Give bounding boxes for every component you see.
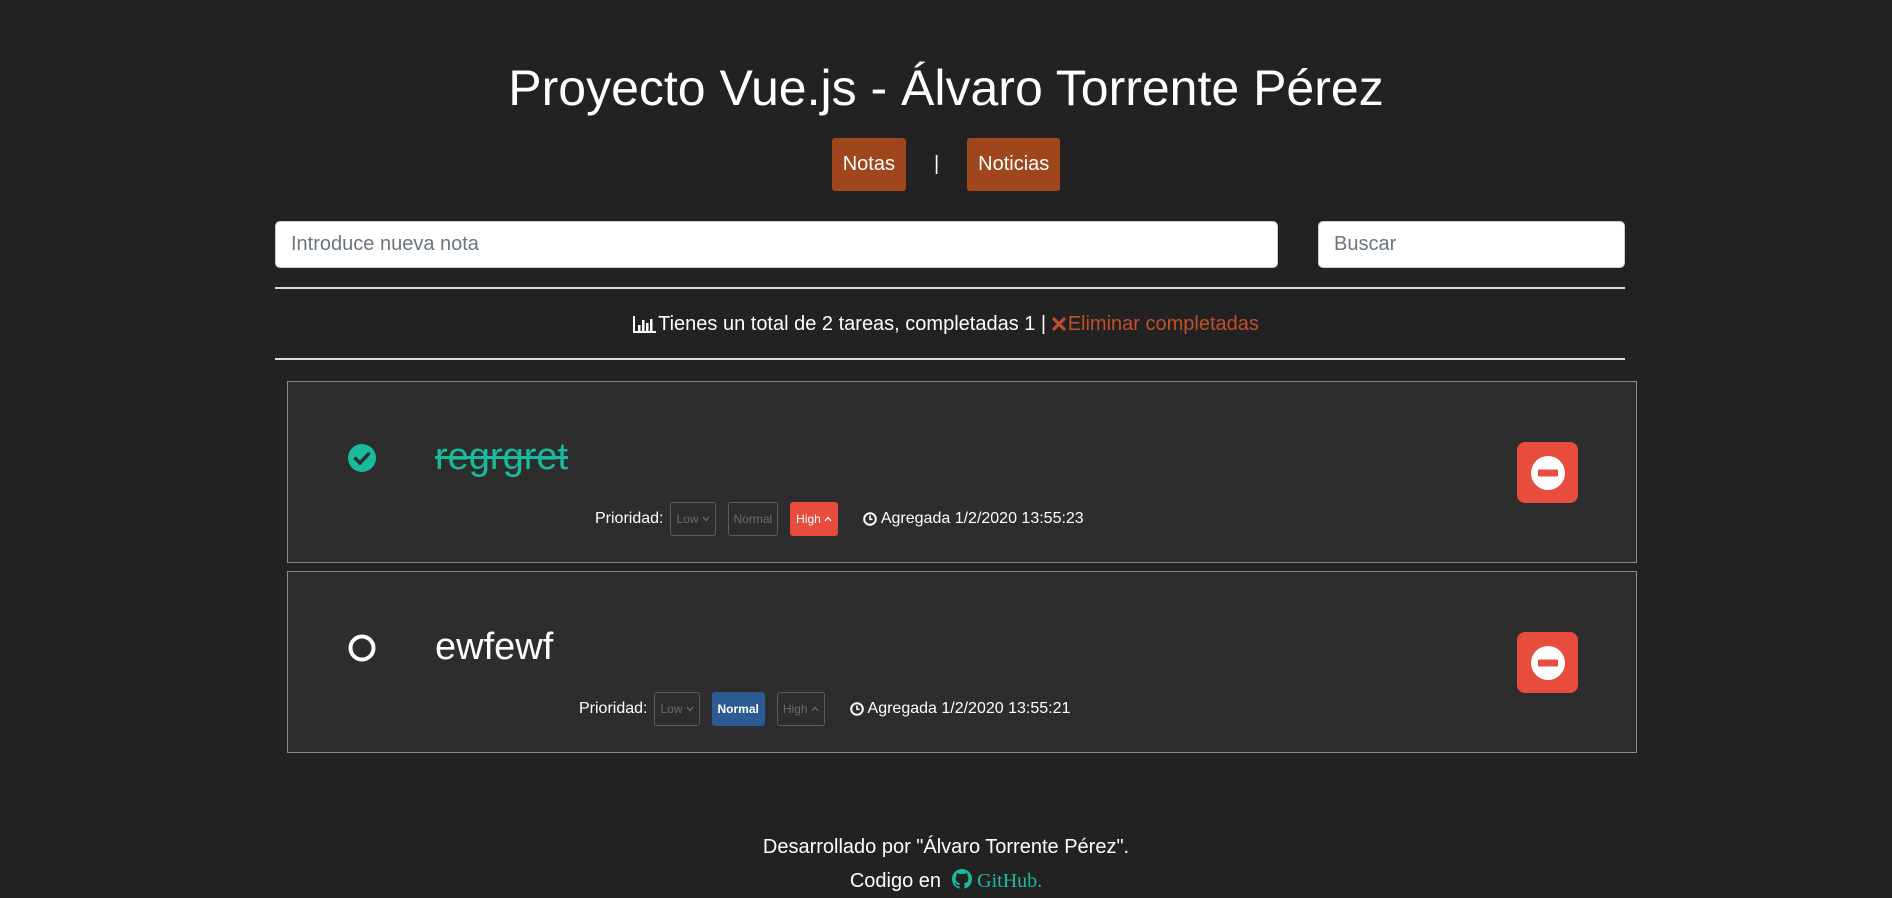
priority-low-label: Low: [676, 512, 699, 526]
priority-normal-button[interactable]: Normal: [711, 692, 765, 726]
footer-code-prefix: Codigo en: [849, 870, 947, 892]
added-timestamp: Agregada 1/2/2020 13:55:23: [863, 510, 1084, 528]
delete-note-button[interactable]: [1517, 442, 1578, 503]
check-circle-icon[interactable]: [348, 444, 376, 472]
page-title: Proyecto Vue.js - Álvaro Torrente Pérez: [508, 60, 1384, 116]
divider-bottom: [275, 358, 1625, 360]
note-text[interactable]: ewfewf: [435, 625, 553, 669]
note-card: ewfewf Prioridad: Low Normal High Agrega…: [287, 571, 1637, 753]
priority-high-button[interactable]: High: [776, 692, 825, 726]
priority-normal-button[interactable]: Normal: [727, 502, 779, 536]
priority-low-label: Low: [660, 702, 683, 716]
chevron-up-icon: [824, 516, 832, 522]
priority-high-button[interactable]: High: [790, 502, 838, 536]
priority-low-button[interactable]: Low: [654, 692, 700, 726]
priority-normal-label: Normal: [733, 512, 773, 526]
search-input[interactable]: [1318, 221, 1625, 268]
times-icon: [1052, 317, 1066, 331]
priority-low-button[interactable]: Low: [670, 502, 716, 536]
priority-row: Prioridad: Low Normal High Agregada 1/2/…: [579, 692, 1070, 726]
minus-circle-icon: [1530, 455, 1566, 491]
task-summary: Tienes un total de 2 tareas, completadas…: [0, 312, 1892, 336]
notas-button[interactable]: Notas: [831, 138, 906, 191]
priority-label: Prioridad:: [595, 510, 664, 527]
delete-completed-label: Eliminar completadas: [1067, 313, 1259, 335]
added-text: Agregada 1/2/2020 13:55:21: [867, 700, 1071, 717]
circle-outline-icon[interactable]: [348, 634, 376, 662]
noticias-button[interactable]: Noticias: [967, 138, 1061, 191]
divider-top: [275, 287, 1625, 289]
priority-high-label: High: [782, 702, 808, 716]
note-text[interactable]: regrgret: [435, 435, 568, 479]
github-icon: [952, 869, 973, 889]
clock-icon: [863, 512, 881, 526]
priority-high-label: High: [796, 512, 821, 526]
github-label: GitHub.: [977, 870, 1043, 892]
added-text: Agregada 1/2/2020 13:55:23: [880, 510, 1084, 527]
bar-chart-icon: [633, 314, 657, 334]
clock-icon: [849, 702, 868, 716]
nav-bar: Notas | Noticias: [0, 138, 1892, 191]
priority-row: Prioridad: Low Normal High Agregada 1/2/…: [595, 502, 1084, 536]
added-timestamp: Agregada 1/2/2020 13:55:21: [849, 700, 1071, 718]
delete-note-button[interactable]: [1517, 632, 1578, 693]
chevron-up-icon: [811, 706, 819, 712]
footer: Desarrollado por "Álvaro Torrente Pérez"…: [0, 830, 1892, 898]
summary-text: Tienes un total de 2 tareas, completadas…: [658, 313, 1052, 335]
footer-credit: Desarrollado por "Álvaro Torrente Pérez"…: [762, 836, 1130, 858]
github-link[interactable]: GitHub.: [952, 869, 1043, 892]
new-note-input[interactable]: [275, 221, 1278, 268]
priority-label: Prioridad:: [579, 700, 648, 717]
nav-separator: |: [933, 153, 940, 175]
priority-normal-label: Normal: [717, 702, 759, 716]
minus-circle-icon: [1530, 645, 1566, 681]
note-card: regrgret Prioridad: Low Normal High Agre…: [287, 381, 1637, 563]
chevron-down-icon: [702, 516, 710, 522]
footer-code-line: Codigo en GitHub.: [0, 864, 1892, 898]
delete-completed-link[interactable]: Eliminar completadas: [1052, 312, 1259, 336]
chevron-down-icon: [686, 706, 694, 712]
